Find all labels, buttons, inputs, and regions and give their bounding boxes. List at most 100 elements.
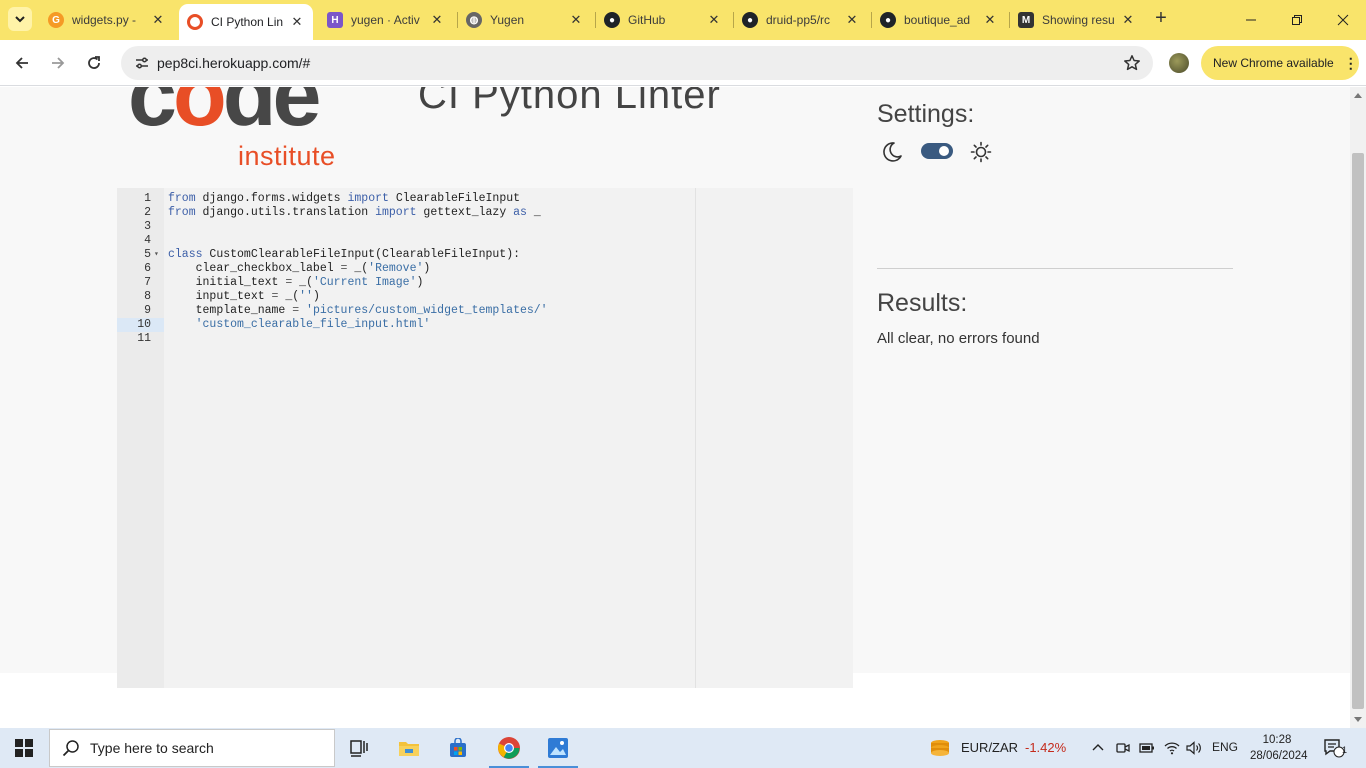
editor-line[interactable]: 4 bbox=[117, 234, 853, 248]
wifi-icon[interactable] bbox=[1161, 728, 1183, 768]
arrow-left-icon bbox=[15, 57, 28, 69]
code-editor[interactable]: 1 from django.forms. widgets import Cleara… bbox=[117, 188, 853, 688]
close-icon[interactable]: ✕ bbox=[429, 12, 445, 28]
more-menu-icon[interactable]: ⋮ bbox=[1344, 55, 1358, 72]
windows-taskbar: Type here to search EUR/ZAR -1.42% ENG 1… bbox=[0, 728, 1366, 768]
editor-line[interactable]: 3 bbox=[117, 220, 853, 234]
photos-taskbar-button[interactable] bbox=[534, 728, 582, 768]
close-icon[interactable]: ✕ bbox=[289, 14, 305, 30]
close-icon[interactable]: ✕ bbox=[150, 12, 166, 28]
search-icon bbox=[62, 740, 79, 757]
page-scrollbar[interactable] bbox=[1350, 87, 1366, 728]
close-icon[interactable]: ✕ bbox=[568, 12, 584, 28]
line-number: 6 bbox=[144, 262, 151, 275]
scroll-down-arrow[interactable] bbox=[1354, 717, 1362, 722]
address-bar[interactable]: pep8ci.herokuapp.com/# bbox=[121, 46, 1153, 80]
chevron-down-icon bbox=[15, 16, 25, 23]
language-indicator[interactable]: ENG bbox=[1212, 740, 1238, 754]
code-string: '' bbox=[299, 290, 313, 303]
editor-line[interactable]: 7 initial_text = _('Current Image') bbox=[117, 276, 853, 290]
back-button[interactable] bbox=[9, 50, 35, 76]
code-token: widgets bbox=[292, 192, 341, 205]
forward-button[interactable] bbox=[45, 50, 71, 76]
tab-title: Yugen bbox=[490, 13, 525, 27]
tab-github[interactable]: ● GitHub ✕ bbox=[596, 6, 730, 34]
reload-icon bbox=[88, 56, 100, 69]
new-tab-button[interactable]: + bbox=[1150, 8, 1172, 30]
close-icon[interactable]: ✕ bbox=[982, 12, 998, 28]
logo-letter: d bbox=[222, 87, 277, 144]
results-message: All clear, no errors found bbox=[877, 330, 1040, 347]
tab-ci-python-linter[interactable]: CI Python Lin ✕ bbox=[179, 4, 313, 40]
tab-title: Showing resu bbox=[1042, 13, 1114, 27]
editor-line[interactable]: 10 'custom_clearable_file_input.html' bbox=[117, 318, 853, 332]
tab-search-button[interactable] bbox=[8, 7, 32, 31]
close-icon[interactable]: ✕ bbox=[1120, 12, 1136, 28]
close-icon[interactable]: ✕ bbox=[844, 12, 860, 28]
show-hidden-icons[interactable] bbox=[1086, 728, 1110, 768]
logo-letter: e bbox=[272, 87, 321, 144]
code-token: template_name bbox=[195, 304, 286, 317]
close-window-button[interactable] bbox=[1320, 8, 1366, 32]
tab-widgets[interactable]: G widgets.py - ✕ bbox=[40, 6, 174, 34]
chevron-up-icon bbox=[1092, 744, 1104, 751]
editor-line[interactable]: 5 ▾ class CustomClearableFileInput(Clearab… bbox=[117, 248, 853, 262]
tab-title: CI Python Lin bbox=[211, 15, 283, 29]
line-code: from django.utils.translation import get… bbox=[168, 206, 541, 220]
notification-center-button[interactable]: 1 bbox=[1314, 728, 1354, 768]
settings-divider bbox=[877, 268, 1233, 269]
code-token: ) bbox=[423, 262, 431, 275]
code-token: CustomClearableFileInput bbox=[209, 248, 376, 261]
coins-icon bbox=[931, 740, 949, 756]
editor-line[interactable]: 8 input_text = _('') bbox=[117, 290, 853, 304]
scroll-thumb[interactable] bbox=[1352, 153, 1364, 709]
theme-toggle[interactable] bbox=[921, 143, 953, 159]
battery-icon[interactable] bbox=[1136, 728, 1158, 768]
line-number: 11 bbox=[137, 332, 151, 345]
clock-date: 28/06/2024 bbox=[1250, 750, 1308, 762]
editor-line[interactable]: 2 from django.utils.translation import ge… bbox=[117, 206, 853, 220]
restore-button[interactable] bbox=[1274, 8, 1320, 32]
profile-avatar[interactable] bbox=[1169, 53, 1189, 73]
fold-toggle-icon[interactable]: ▾ bbox=[154, 248, 159, 262]
chrome-taskbar-button[interactable] bbox=[485, 728, 533, 768]
system-clock[interactable]: 10:28 28/06/2024 bbox=[1250, 732, 1308, 764]
store-icon bbox=[450, 738, 466, 757]
tab-druid-pp5[interactable]: ● druid-pp5/rc ✕ bbox=[734, 6, 868, 34]
line-number: 10 bbox=[117, 318, 164, 332]
weather-widget[interactable] bbox=[916, 728, 964, 768]
tab-yugen[interactable]: ◍ Yugen ✕ bbox=[458, 6, 592, 34]
task-view-button[interactable] bbox=[336, 728, 384, 768]
line-code: from django.forms.widgets import Clearab… bbox=[168, 192, 520, 206]
editor-line[interactable]: 9 template_name = 'pictures/custom_widge… bbox=[117, 304, 853, 318]
volume-icon[interactable] bbox=[1183, 728, 1205, 768]
line-code: class CustomClearableFileInput(Clearable… bbox=[168, 248, 520, 262]
minimize-button[interactable] bbox=[1228, 8, 1274, 32]
editor-line[interactable]: 11 bbox=[117, 332, 853, 346]
browser-toolbar: pep8ci.herokuapp.com/# New Chrome availa… bbox=[0, 40, 1366, 86]
site-settings-icon[interactable] bbox=[127, 55, 157, 71]
start-button[interactable] bbox=[0, 728, 48, 768]
tab-yugen-activity[interactable]: H yugen · Activ ✕ bbox=[319, 6, 453, 34]
page-content: code institute CI Python Linter 1 from dj… bbox=[0, 87, 1350, 728]
task-view-icon bbox=[350, 740, 368, 757]
code-token: ) bbox=[416, 276, 424, 289]
scroll-up-arrow[interactable] bbox=[1354, 93, 1362, 98]
tab-boutique-ado[interactable]: ● boutique_ad ✕ bbox=[872, 6, 1006, 34]
store-button[interactable] bbox=[434, 728, 482, 768]
tab-showing-results[interactable]: M Showing resu ✕ bbox=[1010, 6, 1144, 34]
reload-button[interactable] bbox=[81, 50, 107, 76]
bookmark-star-icon[interactable] bbox=[1123, 54, 1141, 75]
taskbar-search[interactable]: Type here to search bbox=[49, 729, 335, 767]
close-icon[interactable]: ✕ bbox=[706, 12, 722, 28]
editor-line[interactable]: 6 clear_checkbox_label = _('Remove') bbox=[117, 262, 853, 276]
file-explorer-button[interactable] bbox=[385, 728, 433, 768]
code-keyword: from bbox=[168, 192, 196, 205]
meet-now-icon[interactable] bbox=[1112, 728, 1134, 768]
ticker-symbol[interactable]: EUR/ZAR bbox=[961, 740, 1018, 755]
update-chrome-button[interactable]: New Chrome available ⋮ bbox=[1201, 46, 1359, 80]
editor-line[interactable]: 1 from django.forms.widgets import Cleara… bbox=[117, 192, 853, 206]
